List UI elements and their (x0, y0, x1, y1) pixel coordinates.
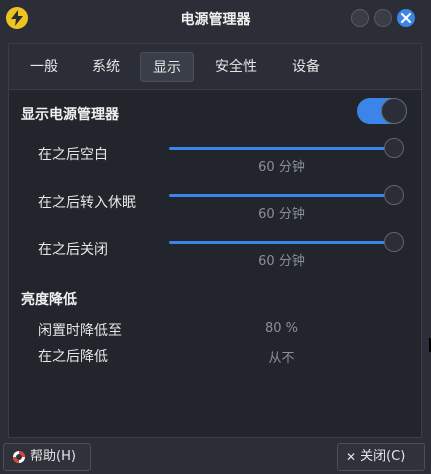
help-button[interactable]: 帮助(H) (3, 443, 91, 471)
close-label: 关闭(C) (360, 449, 406, 464)
maximize-button[interactable] (374, 9, 392, 27)
toggle-thumb (381, 98, 407, 124)
tab-bar: 一般 系统 显示 安全性 设备 (9, 44, 421, 90)
sleep-after-label: 在之后转入休眠 (38, 195, 136, 211)
tab-security[interactable]: 安全性 (205, 52, 267, 82)
display-power-toggle[interactable] (357, 98, 407, 124)
blank-after-slider[interactable] (169, 138, 404, 158)
blank-after-label: 在之后空白 (38, 147, 108, 163)
sleep-after-slider[interactable] (169, 185, 404, 205)
slider-track (169, 194, 394, 197)
help-label: 帮助(H) (30, 449, 76, 464)
content-panel: 一般 系统 显示 安全性 设备 显示电源管理器 在之后空白 60 分钟 在之后转… (8, 43, 422, 438)
dim-after-label: 在之后降低 (38, 349, 108, 365)
blank-after-value: 60 分钟 (258, 160, 305, 175)
slider-knob[interactable] (384, 232, 404, 252)
slider-track (169, 147, 394, 150)
minimize-button[interactable] (351, 9, 369, 27)
slider-knob[interactable] (384, 138, 404, 158)
tab-general[interactable]: 一般 (17, 52, 71, 82)
close-button[interactable]: ✕ 关闭(C) (337, 443, 425, 471)
lifebuoy-icon (13, 451, 25, 463)
close-window-button[interactable] (397, 9, 415, 27)
x-icon: ✕ (346, 450, 357, 464)
tab-system[interactable]: 系统 (79, 52, 133, 82)
dim-after-value[interactable]: 从不 (209, 347, 354, 366)
brightness-section-title: 亮度降低 (21, 292, 77, 308)
slider-knob[interactable] (384, 185, 404, 205)
tab-display[interactable]: 显示 (140, 52, 194, 82)
close-icon (401, 13, 411, 23)
display-section-title: 显示电源管理器 (21, 107, 119, 123)
tab-devices[interactable]: 设备 (281, 52, 331, 82)
dim-idle-label: 闲置时降低至 (38, 323, 122, 339)
off-after-label: 在之后关闭 (38, 242, 108, 258)
off-after-value: 60 分钟 (258, 254, 305, 269)
sleep-after-value: 60 分钟 (258, 207, 305, 222)
off-after-slider[interactable] (169, 232, 404, 252)
title-bar: 电源管理器 (0, 0, 431, 36)
dim-idle-value[interactable]: 80 % (209, 321, 354, 336)
slider-track (169, 241, 394, 244)
